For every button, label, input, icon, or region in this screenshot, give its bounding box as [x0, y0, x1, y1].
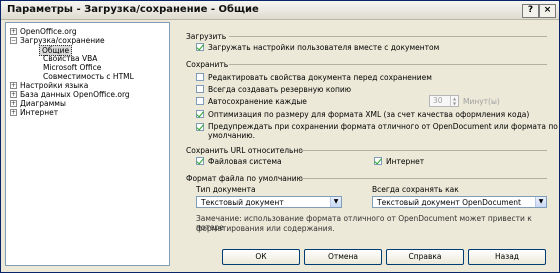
always-save-select[interactable]: Текстовый документ OpenDocument ▼ — [372, 196, 547, 208]
collapse-icon[interactable]: − — [10, 37, 17, 44]
expand-icon[interactable]: + — [10, 109, 17, 116]
section-divider — [300, 150, 547, 151]
format-note-line-2: форматирования или содержания. — [196, 224, 335, 233]
chevron-down-icon[interactable]: ▼ — [330, 197, 341, 207]
dialog-buttons: ОК Отмена Справка Назад — [222, 249, 554, 265]
doc-type-select[interactable]: Текстовый документ ▼ — [196, 196, 342, 208]
chevron-down-icon[interactable]: ▼ — [535, 197, 546, 207]
warn-format-label-continued: умолчанию. — [208, 131, 255, 140]
autosave-minutes-value: 30 — [433, 96, 443, 105]
cancel-button[interactable]: Отмена — [304, 249, 382, 265]
edit-properties-checkbox[interactable] — [196, 73, 204, 81]
default-format-section-title: Формат файла по умолчанию — [186, 174, 303, 183]
backup-checkbox[interactable] — [196, 85, 204, 93]
options-dialog: Параметры - Загрузка/сохранение - Общие … — [0, 0, 560, 273]
optimize-xml-label: Оптимизация по размеру для формата XML (… — [208, 110, 530, 119]
internet-url-checkbox[interactable] — [374, 157, 382, 165]
doc-type-label: Тип документа — [196, 185, 256, 194]
settings-panel: Загрузить Загружать настройки пользовате… — [172, 22, 558, 247]
expand-icon[interactable]: + — [10, 82, 17, 89]
warn-format-label: Предупреждать при сохранении формата отл… — [208, 122, 558, 131]
filesystem-label: Файловая система — [208, 157, 282, 166]
ok-button[interactable]: ОК — [222, 249, 300, 265]
options-tree: + OpenOffice.org − Загрузка/сохранение О… — [5, 22, 170, 266]
expand-icon[interactable]: + — [10, 91, 17, 98]
load-user-settings-label: Загружать настройки пользователя вместе … — [208, 43, 440, 52]
autosave-unit-label: Минут(ы) — [463, 97, 500, 106]
close-icon[interactable]: × — [539, 4, 556, 18]
section-divider — [229, 64, 547, 65]
internet-url-label: Интернет — [386, 157, 425, 166]
section-divider — [300, 178, 547, 179]
help-button[interactable]: Справка — [386, 249, 464, 265]
window-title: Параметры - Загрузка/сохранение - Общие — [7, 4, 259, 15]
optimize-xml-checkbox[interactable] — [196, 110, 204, 118]
backup-label: Всегда создавать резервную копию — [208, 85, 352, 94]
autosave-checkbox[interactable] — [196, 97, 204, 105]
section-divider — [229, 36, 547, 37]
spinner-arrows-icon[interactable]: ▲ ▼ — [450, 96, 458, 106]
always-save-label: Всегда сохранять как — [372, 185, 459, 194]
load-user-settings-checkbox[interactable] — [196, 43, 204, 51]
back-button[interactable]: Назад — [468, 249, 546, 265]
expand-icon[interactable]: + — [10, 100, 17, 107]
url-section-title: Сохранить URL относительно — [186, 146, 303, 155]
filesystem-checkbox[interactable] — [196, 157, 204, 165]
expand-icon[interactable]: + — [10, 28, 17, 35]
load-section-title: Загрузить — [186, 32, 227, 41]
autosave-label: Автосохранение каждые — [208, 97, 307, 106]
warn-format-checkbox[interactable] — [196, 123, 204, 131]
save-section-title: Сохранить — [186, 60, 229, 69]
edit-properties-label: Редактировать свойства документа перед с… — [208, 73, 432, 82]
help-icon[interactable]: ? — [522, 4, 539, 18]
autosave-minutes-spinner[interactable]: 30 ▲ ▼ — [429, 95, 459, 107]
title-bar: Параметры - Загрузка/сохранение - Общие … — [1, 1, 559, 20]
